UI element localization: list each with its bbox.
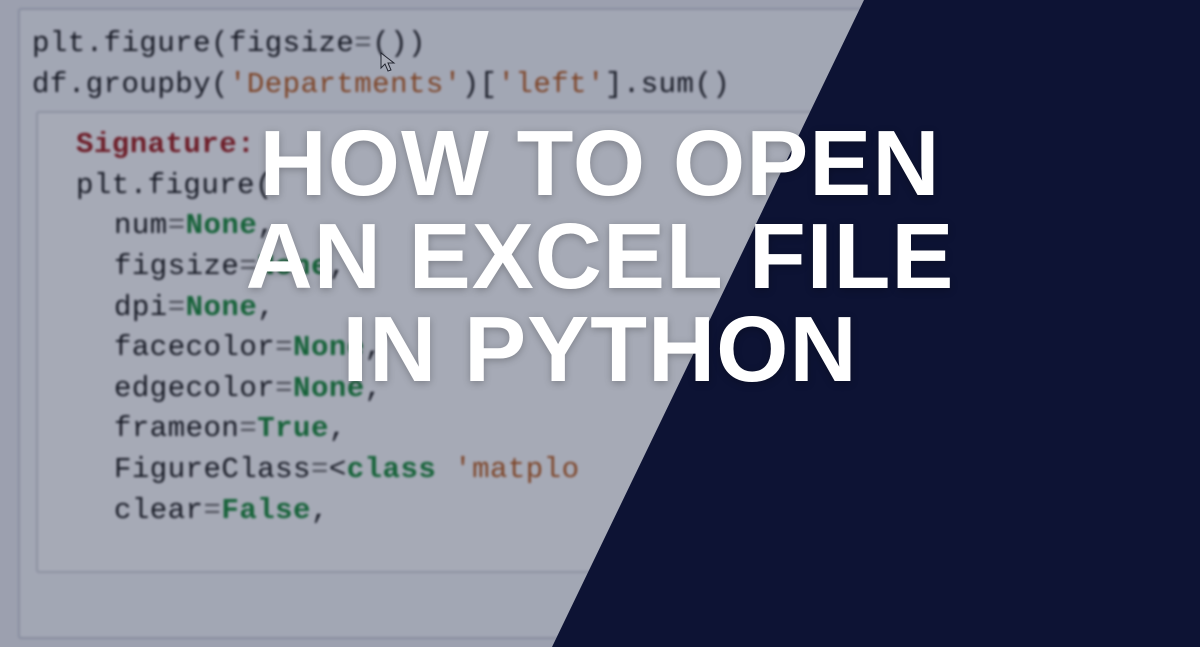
code-token — [436, 453, 454, 486]
code-token: plt — [32, 27, 86, 60]
code-token: ) — [408, 27, 426, 60]
code-token: , — [311, 494, 329, 527]
headline-line-1: HOW TO OPEN — [0, 118, 1200, 209]
thumbnail-canvas: plt.figure(figsize=()) df.groupby('Depar… — [0, 0, 1200, 647]
code-token: , — [329, 412, 347, 445]
code-token: figsize — [229, 27, 354, 60]
code-token: 'Departments' — [229, 68, 462, 101]
param-name: FigureClass — [114, 453, 311, 486]
code-token: groupby — [86, 68, 211, 101]
code-token: 'left' — [498, 68, 605, 101]
code-token: )[ — [462, 68, 498, 101]
param-name: clear — [114, 494, 204, 527]
code-token: 'matplo — [454, 453, 579, 486]
param-value: True — [257, 412, 329, 445]
code-token: = — [311, 453, 329, 486]
code-token: df — [32, 68, 68, 101]
headline-line-3: IN PYTHON — [0, 304, 1200, 395]
code-token: class — [347, 453, 437, 486]
code-token: .sum() — [623, 68, 730, 101]
code-token: . — [68, 68, 86, 101]
param-value: False — [221, 494, 311, 527]
code-token: ) — [390, 27, 408, 60]
code-token: = — [354, 27, 372, 60]
code-token: ( — [211, 27, 229, 60]
headline-title: HOW TO OPEN AN EXCEL FILE IN PYTHON — [0, 118, 1200, 397]
code-token: . — [86, 27, 104, 60]
code-token: ( — [372, 27, 390, 60]
code-token: < — [329, 453, 347, 486]
param-name: frameon — [114, 412, 239, 445]
headline-line-2: AN EXCEL FILE — [0, 211, 1200, 302]
code-token: = — [204, 494, 222, 527]
code-token: figure — [104, 27, 211, 60]
code-token: = — [239, 412, 257, 445]
code-token: ] — [605, 68, 623, 101]
code-token: ( — [211, 68, 229, 101]
